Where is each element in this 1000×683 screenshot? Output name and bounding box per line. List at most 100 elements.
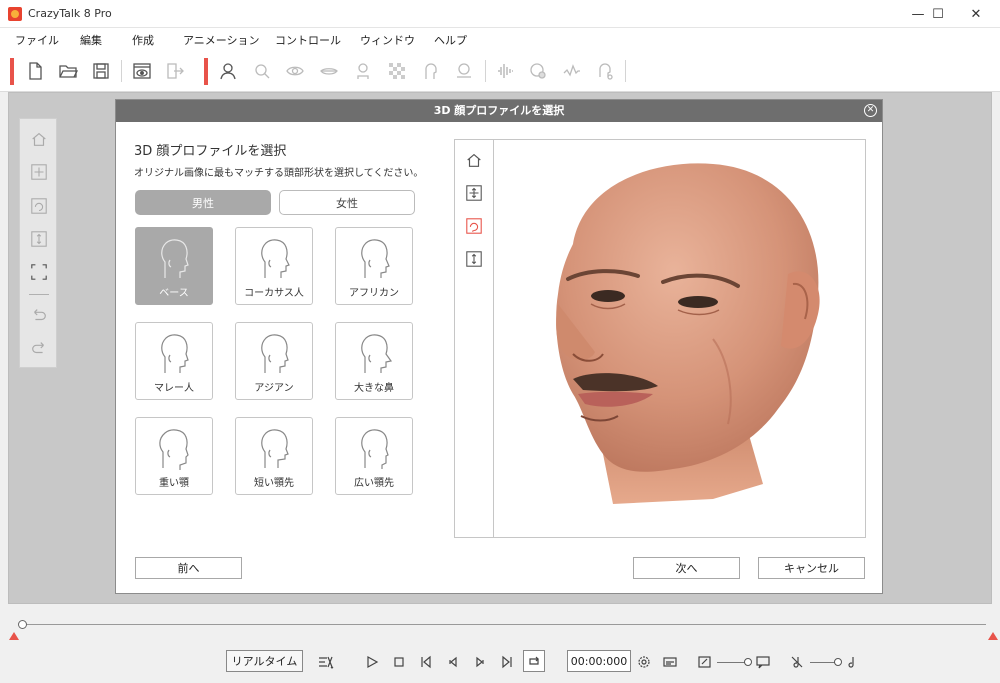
export-icon	[164, 60, 186, 82]
close-window-button[interactable]: ✕	[956, 0, 996, 28]
menu-window[interactable]: ウィンドウ	[360, 32, 415, 48]
subtitle-icon[interactable]	[660, 652, 680, 672]
menu-help[interactable]: ヘルプ	[434, 32, 467, 48]
zoom-icon[interactable]	[29, 229, 49, 249]
gear-icon[interactable]	[634, 652, 654, 672]
timeline-playhead[interactable]	[18, 620, 27, 629]
open-folder-icon[interactable]	[57, 60, 79, 82]
profile-tile-short-chin[interactable]: 短い顎先	[235, 417, 313, 495]
menu-control[interactable]: コントロール	[275, 32, 341, 48]
move-icon[interactable]	[29, 162, 49, 182]
profile-label: コーカサス人	[244, 288, 304, 299]
new-file-icon[interactable]	[24, 60, 46, 82]
toolbar-group-marker	[10, 58, 14, 85]
main-toolbar	[0, 50, 1000, 92]
realtime-button[interactable]: リアルタイム	[226, 650, 303, 672]
dialog-close-icon[interactable]: ✕	[864, 104, 877, 117]
profile-tile-caucasian[interactable]: コーカサス人	[235, 227, 313, 305]
mute-audio-icon[interactable]	[787, 652, 807, 672]
play-mode-dropdown-icon[interactable]	[313, 652, 339, 672]
profile-tile-base[interactable]: ベース	[135, 227, 213, 305]
back-button[interactable]: 前へ	[135, 557, 242, 579]
toolbar-separator	[485, 60, 486, 82]
dialog-title: 3D 顔プロファイルを選択	[134, 144, 287, 159]
head-icon	[352, 60, 374, 82]
playback-bar: リアルタイム 00:00:000	[0, 646, 1000, 683]
profile-tile-african[interactable]: アフリカン	[335, 227, 413, 305]
profile-label: 重い顎	[159, 478, 189, 489]
face-profile-dialog: 3D 顔プロファイルを選択 ✕ 3D 顔プロファイルを選択 オリジナル画像に最も…	[115, 99, 883, 594]
head-profile-icon	[361, 429, 389, 469]
head-profile-icon	[161, 239, 189, 278]
music-note-icon[interactable]	[842, 652, 862, 672]
move-icon[interactable]	[464, 183, 484, 203]
bg-removal-icon	[453, 60, 475, 82]
profile-tile-asian[interactable]: アジアン	[235, 322, 313, 400]
redo-icon[interactable]	[29, 338, 49, 358]
menu-animation[interactable]: アニメーション	[183, 32, 260, 48]
menu-file[interactable]: ファイル	[15, 32, 59, 48]
maximize-button[interactable]: ☐	[918, 0, 958, 28]
save-icon[interactable]	[90, 60, 112, 82]
loop-icon[interactable]	[523, 650, 545, 672]
timeline-end-marker[interactable]	[988, 632, 998, 640]
stop-icon[interactable]	[389, 652, 409, 672]
face-fitting-icon[interactable]	[217, 60, 239, 82]
profile-tile-big-nose[interactable]: 大きな鼻	[335, 322, 413, 400]
previous-frame-icon[interactable]	[443, 652, 463, 672]
menu-edit[interactable]: 編集	[80, 32, 102, 48]
profile-label: 大きな鼻	[354, 383, 394, 394]
chat-bubble-icon[interactable]	[753, 652, 773, 672]
eye-icon	[284, 60, 306, 82]
fit-icon[interactable]	[29, 262, 49, 282]
profile-tile-malay[interactable]: マレー人	[135, 322, 213, 400]
undo-icon[interactable]	[29, 305, 49, 325]
puppet-icon	[594, 60, 616, 82]
home-icon[interactable]	[464, 150, 484, 170]
preview-icon[interactable]	[131, 60, 153, 82]
rotate-view-icon[interactable]	[29, 196, 49, 216]
toolbar-group-marker	[204, 58, 208, 85]
profile-label: マレー人	[154, 383, 194, 394]
gender-female-button[interactable]: 女性	[279, 190, 415, 215]
dialog-header: 3D 顔プロファイルを選択 ✕	[116, 100, 882, 122]
next-button[interactable]: 次へ	[633, 557, 740, 579]
stage-view-tools	[19, 118, 57, 368]
profile-label: 短い顎先	[254, 478, 294, 489]
head-profile-icon	[261, 239, 290, 278]
menu-bar: ファイル 編集 作成 アニメーション コントロール ウィンドウ ヘルプ	[0, 28, 1000, 50]
face-slider-knob[interactable]	[744, 658, 752, 666]
timecode-display[interactable]: 00:00:000	[567, 650, 631, 672]
profile-tile-wide-chin[interactable]: 広い顎先	[335, 417, 413, 495]
go-to-end-icon[interactable]	[497, 652, 517, 672]
profile-label: 広い顎先	[354, 478, 394, 489]
face-profile-icon	[419, 60, 441, 82]
audio-slider-track[interactable]	[810, 662, 837, 663]
audio-slider-knob[interactable]	[834, 658, 842, 666]
toolbar-separator	[121, 60, 122, 82]
toolbar-separator	[625, 60, 626, 82]
preview-tools	[455, 140, 494, 537]
dialog-instructions: オリジナル画像に最もマッチする頭部形状を選択してください。	[134, 168, 424, 179]
go-to-start-icon[interactable]	[416, 652, 436, 672]
cancel-button[interactable]: キャンセル	[758, 557, 865, 579]
face-slider-track[interactable]	[717, 662, 747, 663]
script-icon	[561, 60, 583, 82]
home-icon[interactable]	[29, 129, 49, 149]
head-profile-icon	[161, 334, 189, 373]
profile-tile-heavy-jaw[interactable]: 重い顎	[135, 417, 213, 495]
timeline-start-marker[interactable]	[9, 632, 19, 640]
face-volume-icon[interactable]	[695, 652, 715, 672]
head-profile-icon	[159, 429, 189, 470]
play-icon[interactable]	[362, 652, 382, 672]
gender-male-button[interactable]: 男性	[135, 190, 271, 215]
rotate-icon[interactable]	[464, 216, 484, 236]
background-mask-icon	[386, 60, 408, 82]
head-profile-icon	[261, 429, 289, 468]
next-frame-icon[interactable]	[470, 652, 490, 672]
mouth-icon	[318, 60, 340, 82]
menu-create[interactable]: 作成	[132, 32, 154, 48]
timeline-track[interactable]	[22, 624, 986, 625]
window-title: CrazyTalk 8 Pro	[28, 7, 112, 20]
zoom-icon[interactable]	[464, 249, 484, 269]
